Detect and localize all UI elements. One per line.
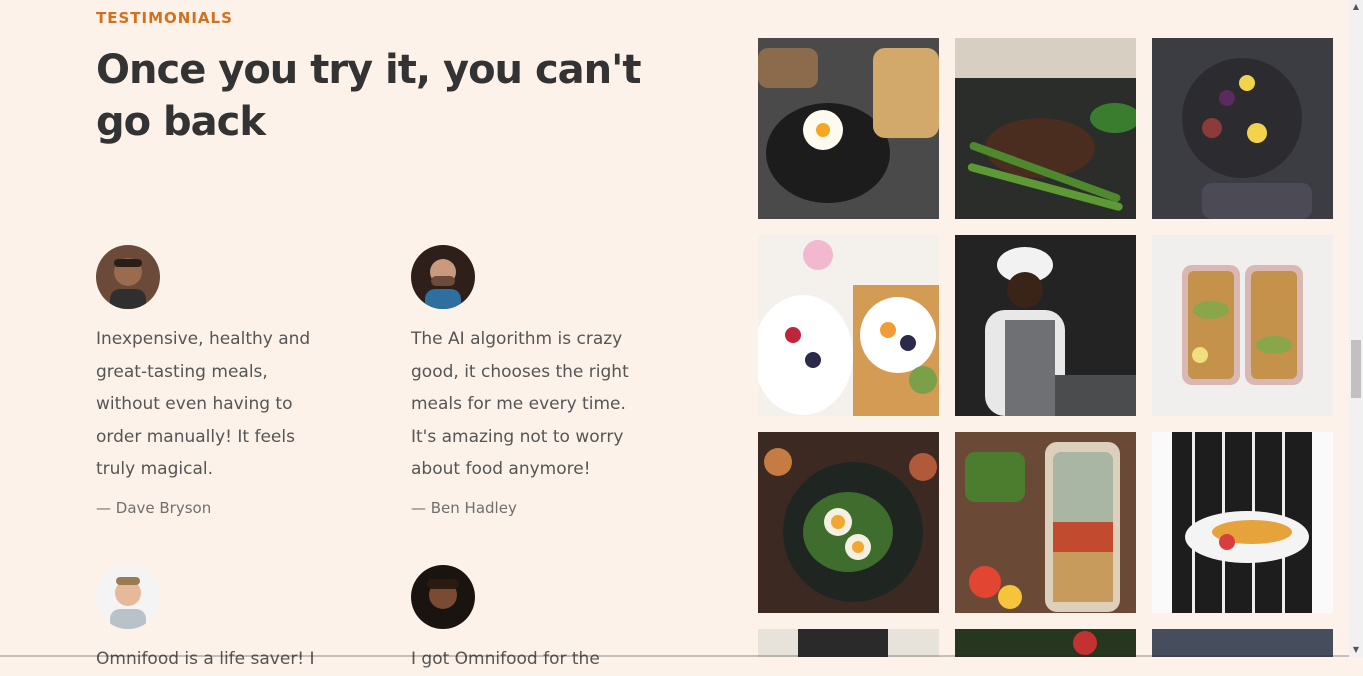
gallery-photo-10 bbox=[758, 629, 939, 657]
testimonial-text-3: Omnifood is a life saver! I bbox=[96, 649, 315, 669]
avatar-hannah bbox=[411, 565, 475, 629]
scroll-down-icon[interactable]: ▼ bbox=[1351, 645, 1361, 655]
plated-dish-photo bbox=[1152, 432, 1333, 613]
chef-photo bbox=[955, 235, 1136, 416]
egg-salad-photo bbox=[758, 432, 939, 613]
avatar-steve bbox=[96, 565, 160, 629]
section-heading: Once you try it, you can't go back bbox=[96, 47, 642, 145]
testimonial-text-4: I got Omnifood for the bbox=[411, 649, 600, 669]
avatar-ben bbox=[411, 245, 475, 309]
scrollbar[interactable]: ▲ ▼ bbox=[1349, 0, 1363, 657]
salad-jar-photo bbox=[955, 432, 1136, 613]
testimonial-text-1: Inexpensive, healthy and great-tasting m… bbox=[96, 329, 311, 479]
fruit-platter-photo bbox=[1152, 38, 1333, 219]
bibimbap-photo bbox=[758, 38, 939, 219]
scrollbar-thumb[interactable] bbox=[1351, 340, 1361, 398]
testimonial-author-1: — Dave Bryson bbox=[96, 499, 212, 517]
avatar-dave bbox=[96, 245, 160, 309]
steak-beans-photo bbox=[955, 38, 1136, 219]
gallery-photo-11 bbox=[955, 629, 1136, 657]
testimonial-text-2: The AI algorithm is crazy good, it choos… bbox=[411, 329, 629, 479]
gallery-photo-12 bbox=[1152, 629, 1333, 657]
testimonial-author-2: — Ben Hadley bbox=[411, 499, 517, 517]
meal-prep-photo bbox=[1152, 235, 1333, 416]
fruit-bowl-photo bbox=[758, 235, 939, 416]
scroll-up-icon[interactable]: ▲ bbox=[1351, 2, 1361, 12]
subheading: TESTIMONIALS bbox=[96, 9, 233, 27]
